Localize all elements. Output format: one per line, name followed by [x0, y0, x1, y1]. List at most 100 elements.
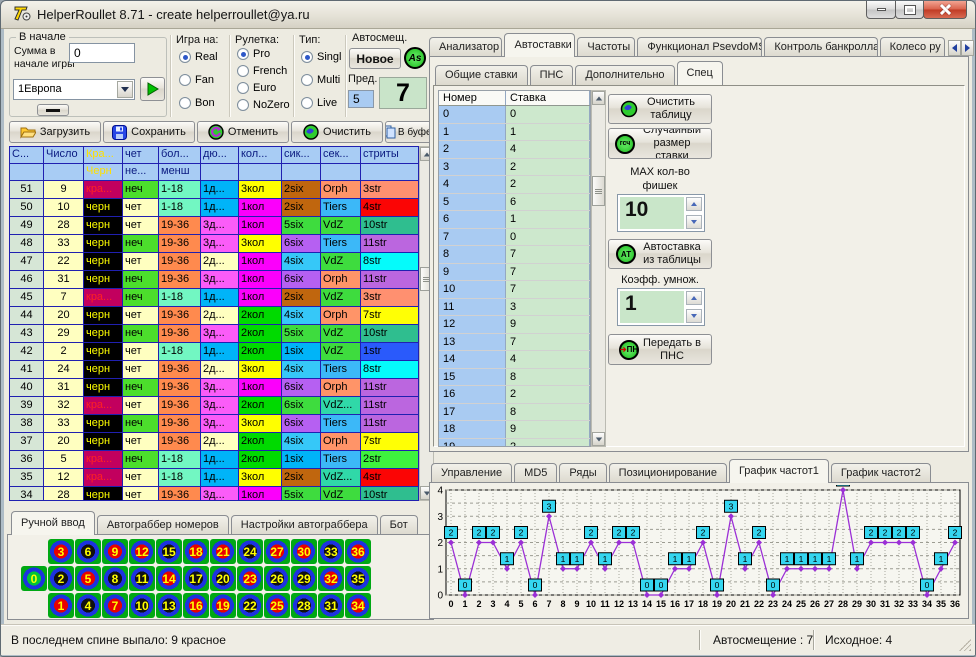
num-button-27[interactable]: 27 — [264, 539, 290, 564]
tabs-scroll-left-button[interactable] — [948, 40, 961, 56]
radio-real[interactable]: Real — [179, 51, 218, 63]
clear-table-button[interactable]: Очистить таблицу — [608, 94, 712, 124]
scroll-up-button[interactable] — [592, 91, 605, 105]
tab-график-частот1[interactable]: График частот1 — [729, 459, 829, 483]
num-button-11[interactable]: 11 — [129, 566, 155, 591]
subtab-пнс[interactable]: ПНС — [530, 65, 574, 85]
radio-singl[interactable]: Singl — [301, 51, 341, 63]
start-sum-input[interactable] — [69, 43, 135, 63]
num-button-18[interactable]: 18 — [183, 539, 209, 564]
num-button-1[interactable]: 1 — [48, 593, 74, 618]
max-chips-value[interactable]: 10 — [620, 197, 684, 229]
collapse-button[interactable] — [37, 104, 69, 116]
num-button-19[interactable]: 19 — [210, 593, 236, 618]
num-button-20[interactable]: 20 — [210, 566, 236, 591]
tab-частоты[interactable]: Частоты — [577, 37, 635, 57]
stepper-down-button[interactable] — [686, 215, 702, 229]
tab-позиционирование[interactable]: Позиционирование — [609, 463, 727, 483]
minimize-button[interactable] — [866, 1, 896, 19]
num-button-31[interactable]: 31 — [318, 593, 344, 618]
num-button-6[interactable]: 6 — [75, 539, 101, 564]
num-button-25[interactable]: 25 — [264, 593, 290, 618]
tab-управление[interactable]: Управление — [431, 463, 512, 483]
tab-автоставки[interactable]: Автоставки — [504, 33, 575, 57]
num-button-34[interactable]: 34 — [345, 593, 371, 618]
preset-combo[interactable]: 1Европа — [13, 79, 135, 100]
num-button-15[interactable]: 15 — [156, 539, 182, 564]
scroll-down-button[interactable] — [592, 432, 605, 446]
radio-french[interactable]: French — [237, 65, 290, 77]
radio-fan[interactable]: Fan — [179, 74, 218, 86]
scroll-thumb[interactable] — [592, 176, 605, 206]
stepper-up-button[interactable] — [686, 197, 702, 211]
play-button[interactable] — [140, 77, 165, 101]
tabs-scroll-right-button[interactable] — [961, 40, 974, 56]
multiplier-value[interactable]: 1 — [620, 291, 684, 323]
num-button-13[interactable]: 13 — [156, 593, 182, 618]
num-button-21[interactable]: 21 — [210, 539, 236, 564]
maximize-button[interactable] — [895, 1, 924, 19]
combo-dropdown-button[interactable] — [117, 81, 133, 98]
num-button-23[interactable]: 23 — [237, 566, 263, 591]
bet-table-scrollbar[interactable] — [591, 90, 606, 447]
multiplier-stepper[interactable]: 1 — [617, 288, 705, 326]
tab-анализатор[interactable]: Анализатор — [429, 37, 502, 57]
num-button-29[interactable]: 29 — [291, 566, 317, 591]
random-bet-button[interactable]: гсч Случайный размер ставки — [608, 128, 712, 159]
radio-multi[interactable]: Multi — [301, 74, 341, 86]
num-button-35[interactable]: 35 — [345, 566, 371, 591]
num-button-16[interactable]: 16 — [183, 593, 209, 618]
tab-ряды[interactable]: Ряды — [559, 463, 606, 483]
сохранить-button[interactable]: Сохранить — [103, 121, 195, 143]
num-button-14[interactable]: 14 — [156, 566, 182, 591]
as-icon[interactable]: As — [404, 47, 426, 69]
autobet-from-table-button[interactable]: АТ Автоставка из таблицы — [608, 239, 712, 269]
tab-функционал-psevdoms[interactable]: Функционал PsevdoMS — [637, 37, 762, 57]
num-button-4[interactable]: 4 — [75, 593, 101, 618]
num-button-3[interactable]: 3 — [48, 539, 74, 564]
num-button-30[interactable]: 30 — [291, 539, 317, 564]
title-bar[interactable]: HelperRoullet 8.71 - create helperroulle… — [1, 1, 975, 29]
radio-nozero[interactable]: NoZero — [237, 99, 290, 111]
num-button-28[interactable]: 28 — [291, 593, 317, 618]
tab-бот[interactable]: Бот — [380, 515, 418, 535]
max-chips-stepper[interactable]: 10 — [617, 194, 705, 232]
очистить-button[interactable]: Очистить — [291, 121, 383, 143]
subtab-спец[interactable]: Спец — [677, 61, 723, 85]
num-button-10[interactable]: 10 — [129, 593, 155, 618]
num-button-2[interactable]: 2 — [48, 566, 74, 591]
tab-график-частот2[interactable]: График частот2 — [831, 463, 931, 483]
в-буфер-button[interactable]: В буфер — [385, 121, 434, 143]
subtab-общие-ставки[interactable]: Общие ставки — [435, 65, 528, 85]
num-button-5[interactable]: 5 — [75, 566, 101, 591]
num-button-12[interactable]: 12 — [129, 539, 155, 564]
stepper-down-button[interactable] — [686, 309, 702, 323]
tab-ручной-ввод[interactable]: Ручной ввод — [11, 511, 95, 535]
num-button-9[interactable]: 9 — [102, 539, 128, 564]
num-button-36[interactable]: 36 — [345, 539, 371, 564]
tab-колесо-ру[interactable]: Колесо ру — [880, 37, 945, 57]
num-button-22[interactable]: 22 — [237, 593, 263, 618]
num-button-0[interactable]: 0 — [21, 566, 47, 591]
resize-grip[interactable] — [959, 639, 971, 651]
отменить-button[interactable]: Отменить — [197, 121, 289, 143]
radio-pro[interactable]: Pro — [237, 48, 290, 60]
num-button-17[interactable]: 17 — [183, 566, 209, 591]
radio-euro[interactable]: Euro — [237, 82, 290, 94]
tab-md5[interactable]: MD5 — [514, 463, 557, 483]
tab-настройки-автограббера[interactable]: Настройки автограббера — [231, 515, 378, 535]
tab-автограббер-номеров[interactable]: Автограббер номеров — [97, 515, 229, 535]
close-button[interactable] — [923, 1, 967, 19]
num-button-24[interactable]: 24 — [237, 539, 263, 564]
num-button-8[interactable]: 8 — [102, 566, 128, 591]
загрузить-button[interactable]: Загрузить — [9, 121, 101, 143]
num-button-33[interactable]: 33 — [318, 539, 344, 564]
subtab-дополнительно[interactable]: Дополнительно — [575, 65, 674, 85]
radio-live[interactable]: Live — [301, 97, 341, 109]
new-autoshift-button[interactable]: Новое — [349, 48, 401, 69]
tab-контроль-банкролла[interactable]: Контроль банкролла — [764, 37, 877, 57]
num-button-26[interactable]: 26 — [264, 566, 290, 591]
num-button-7[interactable]: 7 — [102, 593, 128, 618]
stepper-up-button[interactable] — [686, 291, 702, 305]
radio-bon[interactable]: Bon — [179, 97, 218, 109]
